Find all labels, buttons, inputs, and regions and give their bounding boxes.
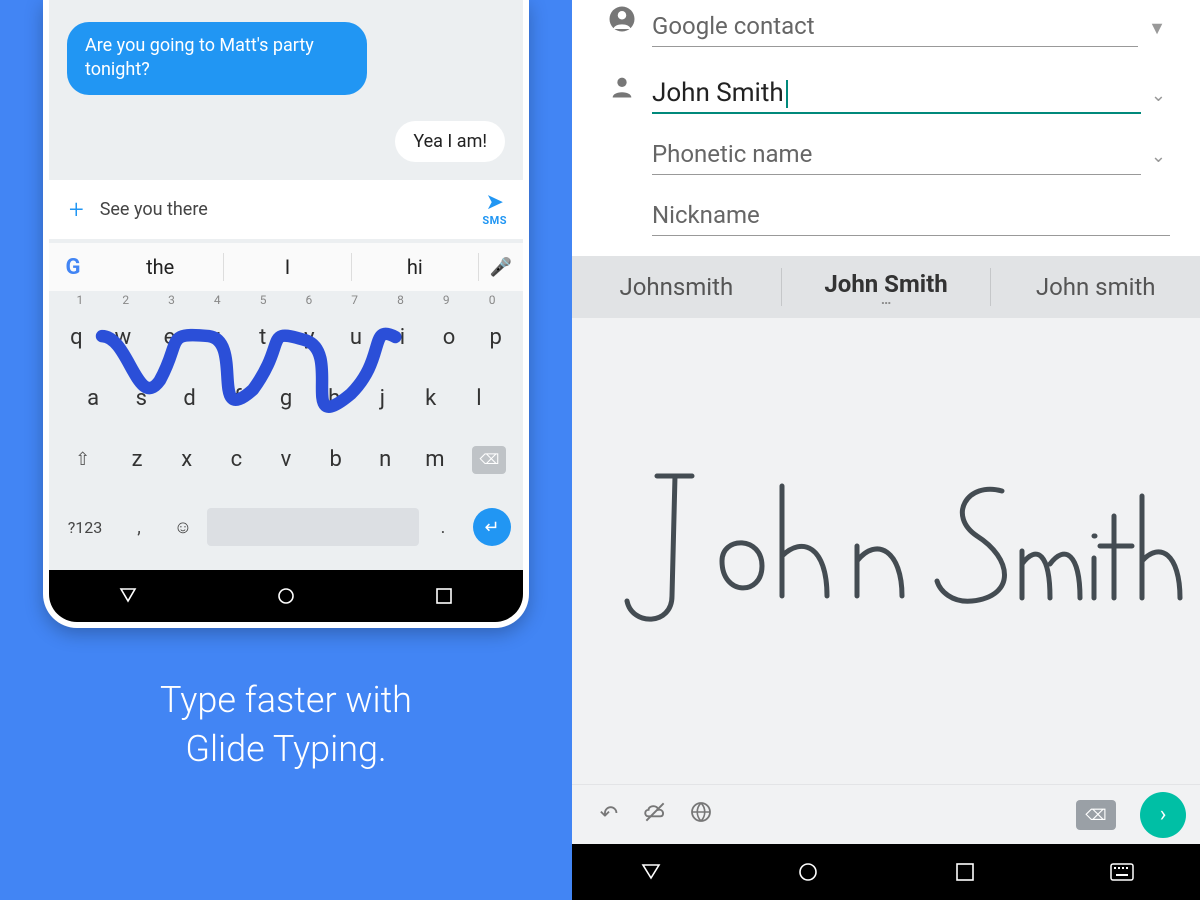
key-a[interactable]: a — [71, 374, 115, 423]
key-n[interactable]: n — [362, 435, 408, 484]
dropdown-icon[interactable]: ▼ — [1138, 18, 1170, 47]
expand-phonetic-icon[interactable]: ⌄ — [1141, 146, 1170, 175]
key-g[interactable]: g — [264, 374, 308, 423]
handwriting-toolbar: ↶ ⌫ › — [572, 784, 1200, 844]
submit-button[interactable]: › — [1140, 792, 1186, 838]
globe-icon[interactable] — [678, 800, 724, 830]
compose-input[interactable]: See you there — [94, 199, 483, 220]
period-key[interactable]: . — [423, 507, 463, 548]
send-icon: ➤ — [485, 192, 503, 214]
key-e[interactable]: e — [148, 313, 191, 362]
account-icon — [592, 4, 652, 47]
contact-edit-screen: Google contact ▼ John Smith ⌄ Phonetic n… — [572, 0, 1200, 900]
expand-name-icon[interactable]: ⌄ — [1141, 85, 1170, 114]
nav-recent-icon[interactable] — [953, 860, 977, 884]
comma-key[interactable]: , — [119, 507, 159, 548]
key-z[interactable]: z — [114, 435, 160, 484]
key-p[interactable]: p — [474, 313, 517, 362]
phonetic-name-input[interactable]: Phonetic name — [652, 140, 1141, 174]
undo-icon[interactable]: ↶ — [586, 802, 632, 827]
handwriting-stroke — [572, 318, 1200, 784]
backspace-icon[interactable]: ⌫ — [1076, 800, 1122, 830]
space-key[interactable] — [207, 508, 419, 546]
shift-key[interactable]: ⇧ — [53, 433, 112, 486]
google-icon[interactable]: G — [49, 255, 97, 280]
key-t[interactable]: t — [241, 313, 284, 362]
emoji-key[interactable]: ☺ — [163, 507, 203, 548]
key-c[interactable]: c — [214, 435, 260, 484]
key-m[interactable]: m — [412, 435, 458, 484]
key-f[interactable]: f — [216, 374, 260, 423]
key-u[interactable]: u — [335, 313, 378, 362]
suggestion-1[interactable]: the — [97, 253, 224, 282]
prediction-1[interactable]: Johnsmith — [572, 268, 782, 305]
text-cursor — [786, 80, 788, 108]
key-row-2: a s d f g h j k l — [49, 368, 523, 429]
handwriting-canvas[interactable] — [572, 318, 1200, 784]
person-icon — [592, 73, 652, 114]
key-k[interactable]: k — [409, 374, 453, 423]
nav-home-icon[interactable] — [796, 860, 820, 884]
key-l[interactable]: l — [457, 374, 501, 423]
nickname-row: Nickname — [592, 201, 1170, 236]
nav-recent-icon[interactable] — [432, 584, 456, 608]
key-h[interactable]: h — [312, 374, 356, 423]
suggestion-bar: G the I hi 🎤 — [49, 243, 523, 291]
promo-panel-glide-typing: Are you going to Matt's party tonight? Y… — [0, 0, 572, 900]
compose-bar: + See you there ➤ SMS — [49, 180, 523, 243]
android-navbar — [572, 844, 1200, 900]
nav-back-icon[interactable] — [116, 584, 140, 608]
key-r[interactable]: r — [195, 313, 238, 362]
key-o[interactable]: o — [428, 313, 471, 362]
nickname-input[interactable]: Nickname — [652, 201, 1170, 235]
key-x[interactable]: x — [164, 435, 210, 484]
phone-mock: Are you going to Matt's party tonight? Y… — [43, 0, 529, 628]
name-row: John Smith ⌄ — [592, 73, 1170, 114]
name-value: John Smith — [652, 78, 784, 108]
attach-icon[interactable]: + — [59, 195, 94, 225]
key-j[interactable]: j — [360, 374, 404, 423]
contact-type-dropdown[interactable]: Google contact — [652, 12, 1138, 46]
contact-fields: Google contact ▼ John Smith ⌄ Phonetic n… — [572, 0, 1200, 256]
handwriting-predictions: Johnsmith John Smith… John smith — [572, 256, 1200, 318]
chat-area: Are you going to Matt's party tonight? Y… — [49, 0, 523, 180]
contact-type-row: Google contact ▼ — [592, 4, 1170, 47]
number-hint-row: 1234567890 — [49, 293, 523, 307]
key-b[interactable]: b — [313, 435, 359, 484]
keyboard-switch-icon[interactable] — [1110, 860, 1134, 884]
cloud-off-icon[interactable] — [632, 799, 678, 831]
promo-text: Type faster with Glide Typing. — [160, 676, 412, 773]
key-s[interactable]: s — [119, 374, 163, 423]
backspace-key[interactable]: ⌫ — [460, 433, 519, 486]
suggestion-3[interactable]: hi — [352, 253, 479, 282]
suggestion-2[interactable]: I — [224, 253, 351, 282]
key-q[interactable]: q — [55, 313, 98, 362]
key-i[interactable]: i — [381, 313, 424, 362]
key-v[interactable]: v — [263, 435, 309, 484]
key-y[interactable]: y — [288, 313, 331, 362]
symbols-key[interactable]: ?123 — [55, 508, 115, 547]
send-button[interactable]: ➤ SMS — [482, 192, 513, 227]
promo-line-1: Type faster with — [160, 676, 412, 725]
message-incoming: Are you going to Matt's party tonight? — [67, 22, 367, 95]
send-sublabel: SMS — [482, 214, 507, 227]
chevron-right-icon: › — [1160, 802, 1167, 827]
prediction-3[interactable]: John smith — [991, 268, 1200, 305]
key-row-3: ⇧ z x c v b n m ⌫ — [49, 429, 523, 490]
key-d[interactable]: d — [167, 374, 211, 423]
key-w[interactable]: w — [102, 313, 145, 362]
name-input[interactable]: John Smith — [652, 78, 1141, 112]
nav-home-icon[interactable] — [274, 584, 298, 608]
phonetic-row: Phonetic name ⌄ — [592, 140, 1170, 175]
nav-back-icon[interactable] — [639, 860, 663, 884]
prediction-2[interactable]: John Smith… — [782, 268, 992, 305]
mic-icon[interactable]: 🎤 — [479, 257, 523, 278]
key-row-4: ?123 , ☺ . ↵ — [49, 490, 523, 570]
keyboard: 1234567890 q w e r t y u i o p a s d f g… — [49, 291, 523, 570]
promo-line-2: Glide Typing. — [160, 725, 412, 774]
key-row-1: q w e r t y u i o p — [49, 307, 523, 368]
enter-key[interactable]: ↵ — [467, 498, 517, 556]
android-navbar — [49, 570, 523, 622]
message-outgoing: Yea I am! — [395, 121, 505, 162]
